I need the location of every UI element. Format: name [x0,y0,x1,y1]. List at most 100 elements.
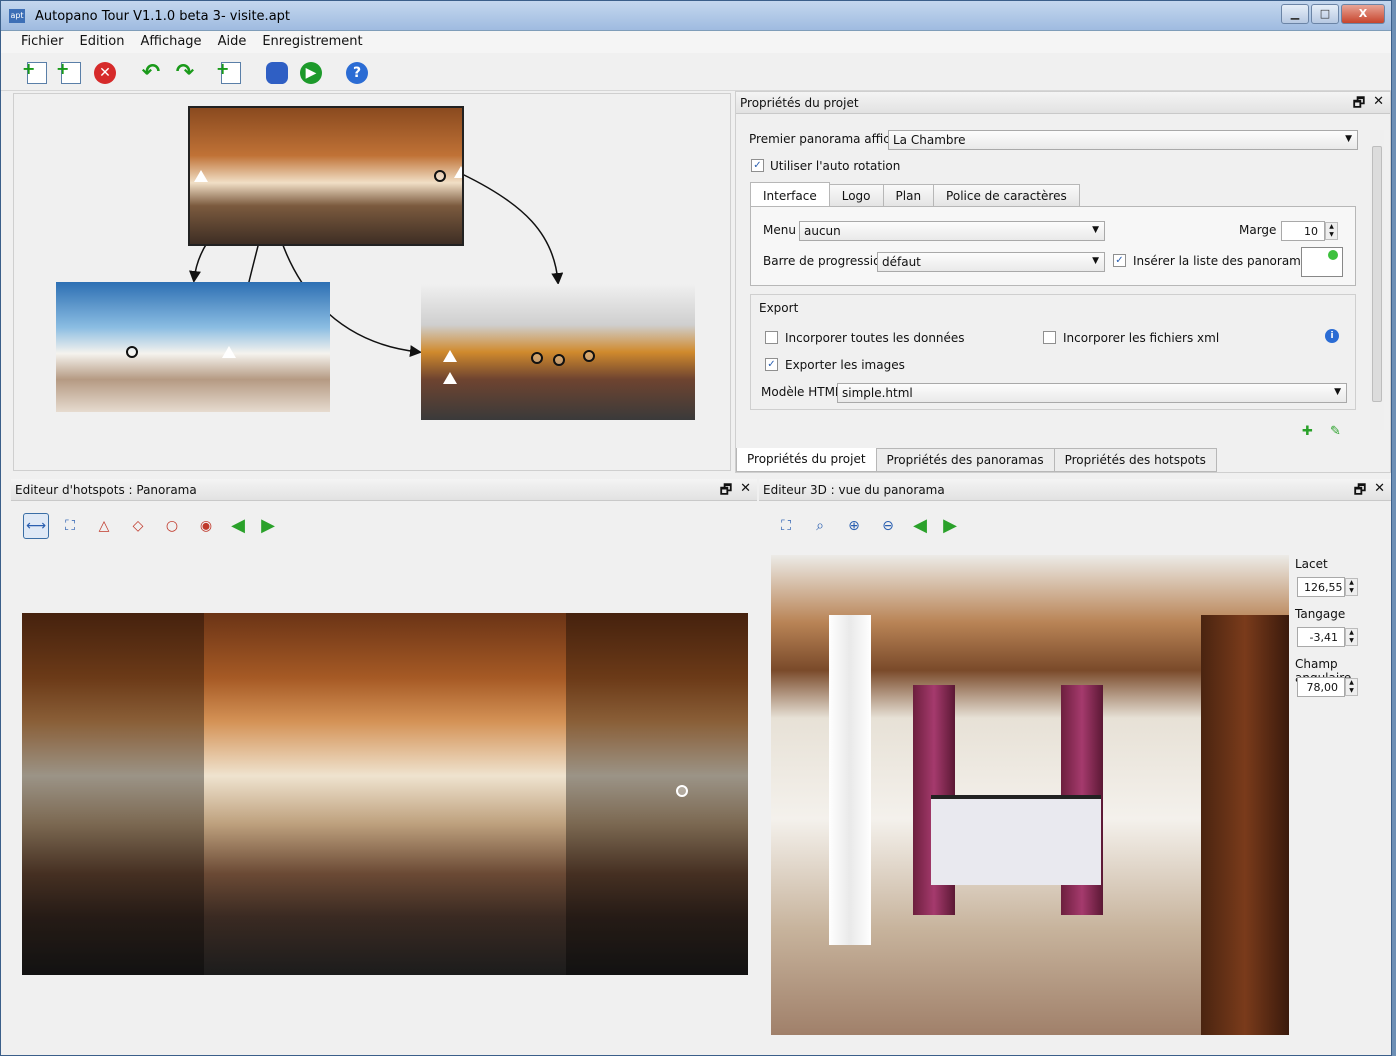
props-scrollbar[interactable] [1370,130,1384,430]
hotspot-marker[interactable] [443,372,457,384]
yaw-spinbox[interactable]: 126,55 ▲ ▼ [1297,577,1358,597]
menu-enregistrement[interactable]: Enregistrement [254,31,370,53]
polygon-hotspot-icon[interactable]: △ [91,513,117,539]
minimize-button[interactable]: ▁ [1281,4,1309,24]
close-button[interactable]: X [1341,4,1385,24]
panorama-thumbnail-exterieur[interactable] [56,282,330,412]
delete-icon[interactable]: ✕ [91,59,119,87]
tab-police[interactable]: Police de caractères [933,184,1080,207]
float-icon[interactable]: 🗗 [1353,94,1365,116]
insert-list-checkbox[interactable]: ✓ [1113,254,1126,267]
app-icon: apt [9,9,25,23]
panorama-editor-view[interactable] [22,613,748,975]
undo-icon[interactable]: ↶ [137,59,165,87]
embed-data-checkbox[interactable]: ✓ [765,331,778,344]
hotspot-marker[interactable] [126,346,138,358]
redo-icon[interactable]: ↷ [171,59,199,87]
float-icon[interactable]: 🗗 [1354,481,1366,503]
fit-icon[interactable]: ⛶ [57,513,83,539]
next-icon[interactable]: ▶ [257,517,279,535]
autorotate-checkbox[interactable]: ✓ [751,159,764,172]
close-icon[interactable]: ✕ [1374,481,1385,503]
polygon-edit-icon[interactable]: ◇ [125,513,151,539]
pitch-spinbox[interactable]: -3,41 ▲ ▼ [1297,627,1358,647]
color-preview[interactable] [1301,247,1343,277]
panorama-thumbnail-chambre[interactable] [421,284,695,420]
html-template-select[interactable]: simple.html ▼ [837,383,1347,403]
interface-tab-panel: Menu aucun ▼ Marge 10 ▲ ▼ Barre de progress… [750,206,1356,286]
wardrobe [1201,615,1289,1035]
tab-plan[interactable]: Plan [882,184,935,207]
fov-spinbox[interactable]: 78,00 ▲ ▼ [1297,677,1358,697]
settings-icon[interactable] [263,59,291,87]
hotspot-marker[interactable] [583,350,595,362]
hotspot-marker[interactable] [676,785,688,797]
zoom-icon[interactable]: ⌕ [807,513,833,539]
circle-hotspot-icon[interactable]: ○ [159,513,185,539]
tab-hotspot-properties[interactable]: Propriétés des hotspots [1053,448,1217,472]
3d-panorama-view[interactable] [771,555,1289,1035]
menu-fichier[interactable]: Fichier [13,31,72,53]
chevron-down-icon: ▼ [1092,225,1099,235]
tab-project-properties[interactable]: Propriétés du projet [736,448,877,472]
hotspot-marker[interactable] [443,350,457,362]
zoom-in-icon[interactable]: ⊕ [841,513,867,539]
import-icon[interactable] [216,59,245,87]
title-bar[interactable]: apt Autopano Tour V1.1.0 beta 3- visite.… [1,1,1391,31]
progress-select[interactable]: défaut ▼ [877,252,1105,272]
hotspot-marker[interactable] [222,346,236,358]
tab-logo[interactable]: Logo [828,184,884,207]
editor-3d-dock: Editeur 3D : vue du panorama 🗗 ✕ ⛶ ⌕ ⊕ ⊖… [759,479,1391,1055]
float-icon[interactable]: 🗗 [720,481,732,503]
first-pano-select[interactable]: La Chambre ▼ [888,130,1358,150]
next-icon[interactable]: ▶ [939,517,961,535]
hotspot-marker[interactable] [434,170,446,182]
play-icon[interactable]: ▶ [297,59,325,87]
export-images-checkbox[interactable]: ✓ [765,358,778,371]
menu-select[interactable]: aucun ▼ [799,221,1105,241]
spin-arrows-icon[interactable]: ▲ ▼ [1345,678,1358,696]
tab-interface[interactable]: Interface [750,182,830,207]
pan-tool-icon[interactable]: ⟷ [23,513,49,539]
bed [931,795,1101,885]
view-overlay-left [22,613,204,975]
embed-xml-checkbox[interactable]: ✓ [1043,331,1056,344]
pitch-label: Tangage [1295,607,1346,621]
hotspot-marker[interactable] [531,352,543,364]
panorama-thumbnail-salon[interactable] [188,106,464,246]
close-icon[interactable]: ✕ [740,481,751,503]
yaw-label: Lacet [1295,557,1328,571]
info-icon[interactable]: i [1325,329,1339,343]
menu-affichage[interactable]: Affichage [132,31,209,53]
edit-template-icon[interactable]: ✎ [1330,424,1341,439]
tab-panorama-properties[interactable]: Propriétés des panoramas [875,448,1055,472]
html-template-label: Modèle HTML [761,385,842,399]
new-panorama-icon[interactable] [22,59,51,87]
spin-arrows-icon[interactable]: ▲ ▼ [1345,628,1358,646]
spin-arrows-icon[interactable]: ▲ ▼ [1325,222,1338,240]
previous-icon[interactable]: ◀ [909,517,931,535]
menu-edition[interactable]: Edition [72,31,133,53]
chevron-down-icon: ▼ [1092,256,1099,266]
point-hotspot-icon[interactable]: ◉ [193,513,219,539]
dock-title: Propriétés du projet 🗗 ✕ [736,92,1390,114]
menu-aide[interactable]: Aide [210,31,255,53]
help-icon[interactable]: ? [343,59,371,87]
dock-title-text: Propriétés du projet [740,96,859,110]
spin-arrows-icon[interactable]: ▲ ▼ [1345,578,1358,596]
hotspot-marker[interactable] [194,170,208,182]
insert-list-label: Insérer la liste des panoramas [1133,254,1315,268]
scroll-thumb[interactable] [1372,146,1382,402]
zoom-out-icon[interactable]: ⊖ [875,513,901,539]
previous-icon[interactable]: ◀ [227,517,249,535]
margin-spinbox[interactable]: 10 ▲ ▼ [1281,221,1338,241]
add-template-icon[interactable]: ✚ [1302,424,1313,439]
close-icon[interactable]: ✕ [1373,94,1384,116]
hotspot-marker[interactable] [553,354,565,366]
hotspot-marker[interactable] [454,166,462,178]
tour-graph-canvas[interactable] [13,93,731,471]
maximize-button[interactable]: □ [1311,4,1339,24]
add-panorama-icon[interactable] [56,59,85,87]
fit-icon[interactable]: ⛶ [773,513,799,539]
dock-title-text: Editeur d'hotspots : Panorama [15,483,197,497]
